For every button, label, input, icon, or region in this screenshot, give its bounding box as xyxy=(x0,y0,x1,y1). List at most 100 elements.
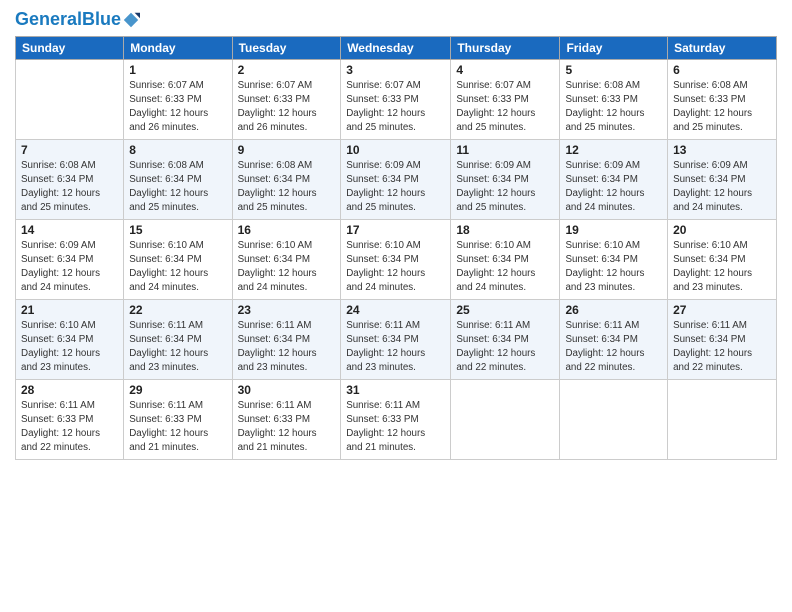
day-info: Sunrise: 6:11 AM Sunset: 6:33 PM Dayligh… xyxy=(21,399,118,456)
day-number: 31 xyxy=(346,383,445,397)
day-number: 11 xyxy=(456,143,554,157)
column-header-saturday: Saturday xyxy=(668,36,777,59)
calendar-cell xyxy=(668,379,777,459)
day-number: 15 xyxy=(129,223,226,237)
day-info: Sunrise: 6:10 AM Sunset: 6:34 PM Dayligh… xyxy=(21,319,118,376)
day-number: 25 xyxy=(456,303,554,317)
calendar-cell: 13 Sunrise: 6:09 AM Sunset: 6:34 PM Dayli… xyxy=(668,139,777,219)
day-number: 16 xyxy=(238,223,336,237)
calendar-cell: 3 Sunrise: 6:07 AM Sunset: 6:33 PM Daylig… xyxy=(341,59,451,139)
logo-text: GeneralBlue xyxy=(15,10,121,30)
day-number: 21 xyxy=(21,303,118,317)
calendar-cell: 22 Sunrise: 6:11 AM Sunset: 6:34 PM Dayli… xyxy=(124,299,232,379)
calendar-week-row: 21 Sunrise: 6:10 AM Sunset: 6:34 PM Dayli… xyxy=(16,299,777,379)
day-info: Sunrise: 6:08 AM Sunset: 6:33 PM Dayligh… xyxy=(565,79,662,136)
calendar-cell: 26 Sunrise: 6:11 AM Sunset: 6:34 PM Dayli… xyxy=(560,299,668,379)
day-number: 26 xyxy=(565,303,662,317)
day-info: Sunrise: 6:07 AM Sunset: 6:33 PM Dayligh… xyxy=(456,79,554,136)
column-header-sunday: Sunday xyxy=(16,36,124,59)
calendar-cell: 21 Sunrise: 6:10 AM Sunset: 6:34 PM Dayli… xyxy=(16,299,124,379)
calendar-cell: 17 Sunrise: 6:10 AM Sunset: 6:34 PM Dayli… xyxy=(341,219,451,299)
column-header-thursday: Thursday xyxy=(451,36,560,59)
calendar-cell: 6 Sunrise: 6:08 AM Sunset: 6:33 PM Daylig… xyxy=(668,59,777,139)
calendar-week-row: 1 Sunrise: 6:07 AM Sunset: 6:33 PM Daylig… xyxy=(16,59,777,139)
column-header-tuesday: Tuesday xyxy=(232,36,341,59)
day-number: 2 xyxy=(238,63,336,77)
day-info: Sunrise: 6:08 AM Sunset: 6:34 PM Dayligh… xyxy=(129,159,226,216)
day-number: 9 xyxy=(238,143,336,157)
day-number: 27 xyxy=(673,303,771,317)
day-info: Sunrise: 6:09 AM Sunset: 6:34 PM Dayligh… xyxy=(456,159,554,216)
calendar-cell: 15 Sunrise: 6:10 AM Sunset: 6:34 PM Dayli… xyxy=(124,219,232,299)
calendar-cell: 25 Sunrise: 6:11 AM Sunset: 6:34 PM Dayli… xyxy=(451,299,560,379)
day-info: Sunrise: 6:09 AM Sunset: 6:34 PM Dayligh… xyxy=(565,159,662,216)
day-number: 28 xyxy=(21,383,118,397)
calendar-cell: 16 Sunrise: 6:10 AM Sunset: 6:34 PM Dayli… xyxy=(232,219,341,299)
calendar-cell: 10 Sunrise: 6:09 AM Sunset: 6:34 PM Dayli… xyxy=(341,139,451,219)
day-info: Sunrise: 6:11 AM Sunset: 6:34 PM Dayligh… xyxy=(346,319,445,376)
day-info: Sunrise: 6:09 AM Sunset: 6:34 PM Dayligh… xyxy=(346,159,445,216)
day-info: Sunrise: 6:09 AM Sunset: 6:34 PM Dayligh… xyxy=(673,159,771,216)
day-number: 17 xyxy=(346,223,445,237)
calendar-cell: 30 Sunrise: 6:11 AM Sunset: 6:33 PM Dayli… xyxy=(232,379,341,459)
day-info: Sunrise: 6:11 AM Sunset: 6:34 PM Dayligh… xyxy=(673,319,771,376)
day-info: Sunrise: 6:09 AM Sunset: 6:34 PM Dayligh… xyxy=(21,239,118,296)
calendar-cell: 31 Sunrise: 6:11 AM Sunset: 6:33 PM Dayli… xyxy=(341,379,451,459)
day-number: 4 xyxy=(456,63,554,77)
day-info: Sunrise: 6:08 AM Sunset: 6:33 PM Dayligh… xyxy=(673,79,771,136)
calendar-cell: 7 Sunrise: 6:08 AM Sunset: 6:34 PM Daylig… xyxy=(16,139,124,219)
day-number: 22 xyxy=(129,303,226,317)
calendar-cell: 29 Sunrise: 6:11 AM Sunset: 6:33 PM Dayli… xyxy=(124,379,232,459)
page-container: GeneralBlue SundayMondayTuesdayWednesday… xyxy=(0,0,792,470)
day-info: Sunrise: 6:11 AM Sunset: 6:34 PM Dayligh… xyxy=(129,319,226,376)
calendar-cell xyxy=(16,59,124,139)
calendar-cell: 5 Sunrise: 6:08 AM Sunset: 6:33 PM Daylig… xyxy=(560,59,668,139)
day-number: 20 xyxy=(673,223,771,237)
day-number: 7 xyxy=(21,143,118,157)
day-number: 13 xyxy=(673,143,771,157)
day-info: Sunrise: 6:11 AM Sunset: 6:33 PM Dayligh… xyxy=(129,399,226,456)
calendar-cell: 19Sunrise: 6:10 AM Sunset: 6:34 PM Dayli… xyxy=(560,219,668,299)
calendar-cell: 2 Sunrise: 6:07 AM Sunset: 6:33 PM Daylig… xyxy=(232,59,341,139)
calendar-cell: 27 Sunrise: 6:11 AM Sunset: 6:34 PM Dayli… xyxy=(668,299,777,379)
day-number: 29 xyxy=(129,383,226,397)
day-info: Sunrise: 6:10 AM Sunset: 6:34 PM Dayligh… xyxy=(673,239,771,296)
day-info: Sunrise: 6:11 AM Sunset: 6:33 PM Dayligh… xyxy=(238,399,336,456)
column-header-friday: Friday xyxy=(560,36,668,59)
day-info: Sunrise: 6:10 AM Sunset: 6:34 PM Dayligh… xyxy=(565,239,662,296)
day-info: Sunrise: 6:07 AM Sunset: 6:33 PM Dayligh… xyxy=(346,79,445,136)
calendar-cell xyxy=(560,379,668,459)
day-info: Sunrise: 6:11 AM Sunset: 6:34 PM Dayligh… xyxy=(565,319,662,376)
day-info: Sunrise: 6:11 AM Sunset: 6:34 PM Dayligh… xyxy=(456,319,554,376)
day-number: 18 xyxy=(456,223,554,237)
calendar-week-row: 14Sunrise: 6:09 AM Sunset: 6:34 PM Dayli… xyxy=(16,219,777,299)
day-number: 30 xyxy=(238,383,336,397)
calendar-cell: 1Sunrise: 6:07 AM Sunset: 6:33 PM Daylig… xyxy=(124,59,232,139)
day-info: Sunrise: 6:10 AM Sunset: 6:34 PM Dayligh… xyxy=(238,239,336,296)
day-info: Sunrise: 6:10 AM Sunset: 6:34 PM Dayligh… xyxy=(346,239,445,296)
header: GeneralBlue xyxy=(15,10,777,30)
day-info: Sunrise: 6:08 AM Sunset: 6:34 PM Dayligh… xyxy=(21,159,118,216)
calendar-cell: 28 Sunrise: 6:11 AM Sunset: 6:33 PM Dayli… xyxy=(16,379,124,459)
day-number: 23 xyxy=(238,303,336,317)
calendar-week-row: 28 Sunrise: 6:11 AM Sunset: 6:33 PM Dayli… xyxy=(16,379,777,459)
day-info: Sunrise: 6:07 AM Sunset: 6:33 PM Dayligh… xyxy=(238,79,336,136)
calendar-cell: 14Sunrise: 6:09 AM Sunset: 6:34 PM Dayli… xyxy=(16,219,124,299)
calendar-cell: 8Sunrise: 6:08 AM Sunset: 6:34 PM Daylig… xyxy=(124,139,232,219)
day-number: 1 xyxy=(129,63,226,77)
calendar-cell xyxy=(451,379,560,459)
calendar-table: SundayMondayTuesdayWednesdayThursdayFrid… xyxy=(15,36,777,460)
day-info: Sunrise: 6:10 AM Sunset: 6:34 PM Dayligh… xyxy=(129,239,226,296)
day-number: 5 xyxy=(565,63,662,77)
day-number: 3 xyxy=(346,63,445,77)
calendar-cell: 11 Sunrise: 6:09 AM Sunset: 6:34 PM Dayli… xyxy=(451,139,560,219)
day-number: 10 xyxy=(346,143,445,157)
day-number: 24 xyxy=(346,303,445,317)
calendar-header-row: SundayMondayTuesdayWednesdayThursdayFrid… xyxy=(16,36,777,59)
calendar-cell: 9Sunrise: 6:08 AM Sunset: 6:34 PM Daylig… xyxy=(232,139,341,219)
day-number: 6 xyxy=(673,63,771,77)
day-info: Sunrise: 6:11 AM Sunset: 6:34 PM Dayligh… xyxy=(238,319,336,376)
calendar-week-row: 7 Sunrise: 6:08 AM Sunset: 6:34 PM Daylig… xyxy=(16,139,777,219)
calendar-cell: 20 Sunrise: 6:10 AM Sunset: 6:34 PM Dayli… xyxy=(668,219,777,299)
day-info: Sunrise: 6:11 AM Sunset: 6:33 PM Dayligh… xyxy=(346,399,445,456)
